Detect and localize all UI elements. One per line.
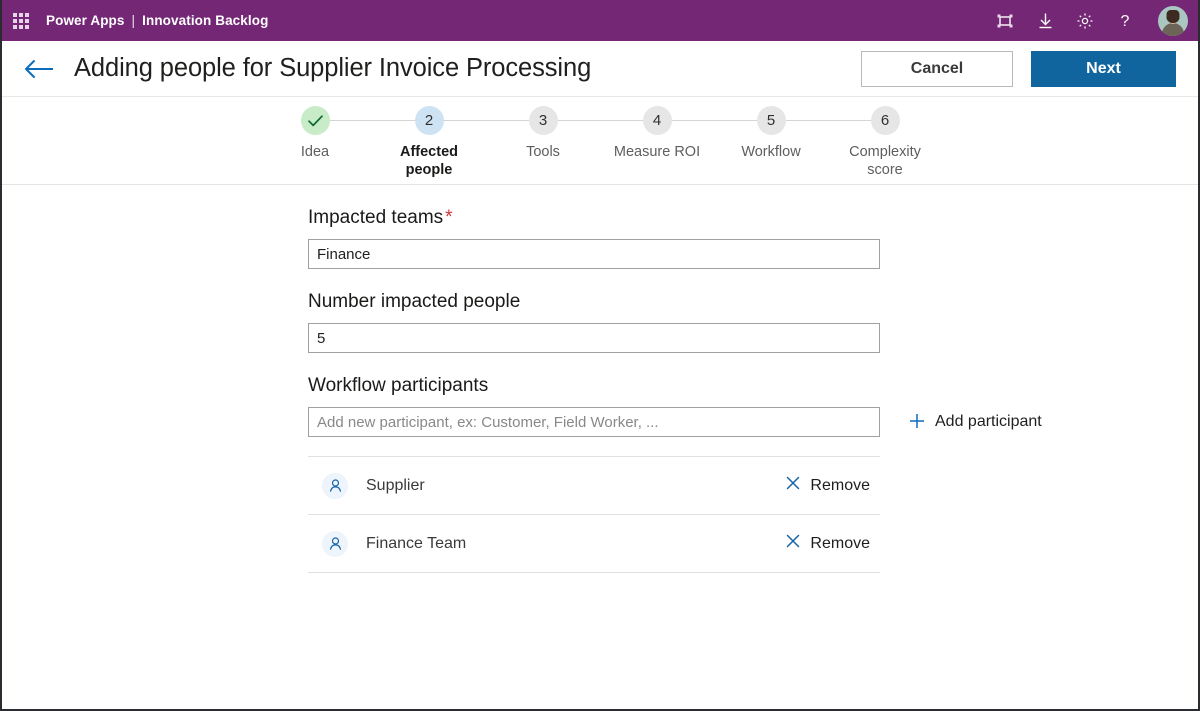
stepper-step-6-circle[interactable]: 6 xyxy=(870,106,900,135)
participant-row[interactable]: Supplier Remove xyxy=(308,457,880,515)
workflow-participants-label: Workflow participants xyxy=(308,375,489,396)
field-impacted-teams: Impacted teams * xyxy=(308,207,1198,269)
stepper-step-4-circle[interactable]: 4 xyxy=(642,106,672,135)
next-button[interactable]: Next xyxy=(1031,50,1176,87)
add-participant-button[interactable]: Add participant xyxy=(908,411,1042,434)
topbar-icon-group: ? xyxy=(994,5,1188,36)
brand-area: Power Apps | Innovation Backlog xyxy=(46,13,268,28)
stepper-step-6-label: Complexity score xyxy=(849,144,921,178)
avatar[interactable] xyxy=(1158,5,1188,36)
command-bar: Adding people for Supplier Invoice Proce… xyxy=(2,41,1198,97)
stepper-step-1-label: Idea xyxy=(300,144,330,160)
stepper-step-2-circle[interactable]: 2 xyxy=(414,106,444,135)
field-workflow-participants: Workflow participants Add participant xyxy=(308,375,1198,573)
remove-participant-button[interactable]: Remove xyxy=(785,533,872,554)
remove-label: Remove xyxy=(810,534,870,552)
svg-text:?: ? xyxy=(1121,13,1130,30)
participants-list: Supplier Remove Finance Team Remove xyxy=(308,456,880,573)
impacted-teams-label: Impacted teams * xyxy=(308,207,1198,229)
close-x-icon xyxy=(785,533,801,554)
stepper-step-3-label: Tools xyxy=(526,144,560,160)
stepper-step-workflow[interactable]: 5 Workflow xyxy=(714,106,871,161)
stepper-step-4-label: Measure ROI xyxy=(613,144,701,160)
app-launcher-icon[interactable] xyxy=(8,8,34,34)
help-icon[interactable]: ? xyxy=(1114,10,1136,32)
stepper-step-measure-roi[interactable]: 4 Measure ROI xyxy=(600,106,757,161)
app-name-label[interactable]: Innovation Backlog xyxy=(142,13,268,28)
required-marker: * xyxy=(445,207,453,228)
stepper-connector xyxy=(671,120,757,121)
person-icon xyxy=(322,472,348,499)
participant-row[interactable]: Finance Team Remove xyxy=(308,515,880,573)
stepper-connector xyxy=(329,120,415,121)
close-x-icon xyxy=(785,475,801,496)
stepper-step-5-circle[interactable]: 5 xyxy=(756,106,786,135)
form-area: Impacted teams* Number impacted people W… xyxy=(2,185,1198,573)
download-icon[interactable] xyxy=(1034,10,1056,32)
stepper-step-2-label: Affected people xyxy=(399,144,458,178)
page-title: Adding people for Supplier Invoice Proce… xyxy=(74,54,592,82)
top-navigation-bar: Power Apps | Innovation Backlog ? xyxy=(2,0,1198,41)
stepper-step-3-circle[interactable]: 3 xyxy=(528,106,558,135)
check-icon xyxy=(307,114,323,126)
stepper-connector xyxy=(785,120,871,121)
field-number-impacted-people: Number impacted people xyxy=(308,291,1198,353)
stepper-connector xyxy=(443,120,529,121)
new-participant-input[interactable] xyxy=(308,407,880,437)
brand-label: Power Apps xyxy=(46,13,125,28)
participant-name: Finance Team xyxy=(366,534,467,552)
number-impacted-people-label: Number impacted people xyxy=(308,291,521,312)
fit-to-screen-icon[interactable] xyxy=(994,10,1016,32)
number-impacted-people-input[interactable] xyxy=(308,323,880,353)
stepper-step-idea[interactable]: Idea xyxy=(258,106,415,161)
wizard-stepper: Idea 2 Affected people 3 Tools 4 Measure… xyxy=(2,97,1198,185)
stepper-step-tools[interactable]: 3 Tools xyxy=(486,106,643,161)
participant-name: Supplier xyxy=(366,476,425,494)
plus-icon xyxy=(908,411,926,434)
settings-gear-icon[interactable] xyxy=(1074,10,1096,32)
stepper-connector xyxy=(557,120,643,121)
person-icon xyxy=(322,530,348,557)
add-participant-label: Add participant xyxy=(935,413,1042,430)
stepper-step-5-label: Workflow xyxy=(741,144,801,160)
cancel-button[interactable]: Cancel xyxy=(861,50,1013,87)
brand-separator: | xyxy=(131,13,136,28)
remove-label: Remove xyxy=(810,476,870,494)
impacted-teams-input[interactable] xyxy=(308,239,880,269)
impacted-teams-label-text: Impacted teams xyxy=(308,207,444,228)
back-arrow-icon[interactable] xyxy=(20,54,58,84)
participants-input-row: Add participant xyxy=(308,407,1198,437)
remove-participant-button[interactable]: Remove xyxy=(785,475,872,496)
app-window: Power Apps | Innovation Backlog ? Adding… xyxy=(0,0,1200,711)
stepper-step-affected-people[interactable]: 2 Affected people xyxy=(372,106,529,179)
stepper-step-1-circle[interactable] xyxy=(300,106,330,135)
stepper-step-complexity-score[interactable]: 6 Complexity score xyxy=(828,106,942,179)
